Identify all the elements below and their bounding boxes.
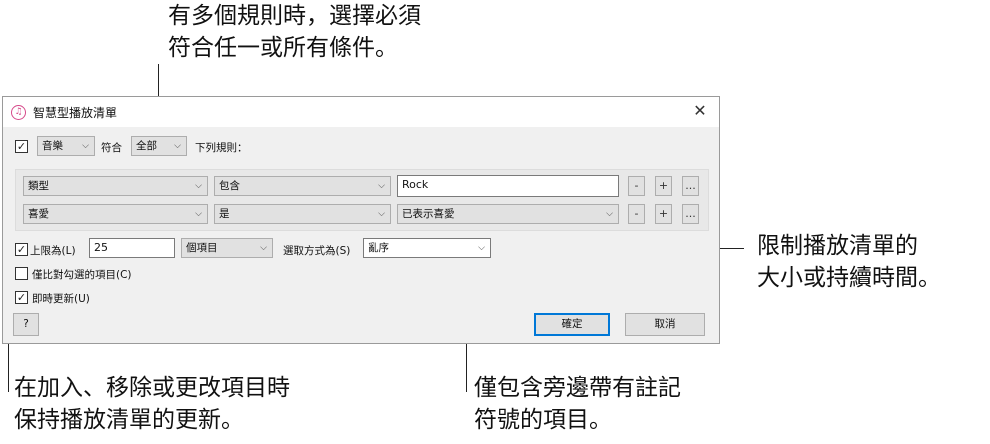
- match-quantifier-dropdown[interactable]: 全部 ⌵: [131, 136, 187, 156]
- rule-2-add-button[interactable]: +: [655, 204, 672, 224]
- callout-match-conditions: 有多個規則時，選擇必須 符合任一或所有條件。: [168, 3, 421, 61]
- media-type-dropdown[interactable]: 音樂 ⌵: [37, 136, 95, 156]
- title-bar: ♫ 智慧型播放清單 ✕: [3, 97, 719, 127]
- checked-only-label: 僅比對勾選的項目(C): [32, 269, 132, 281]
- quantifier-value: 全部: [136, 140, 157, 152]
- chevron-down-icon: ⌵: [195, 181, 202, 191]
- select-by-label: 選取方式為(S): [283, 245, 351, 257]
- rule-1-remove-button[interactable]: -: [628, 176, 645, 196]
- chevron-down-icon: ⌵: [260, 243, 267, 253]
- callout-checked-only: 僅包含旁邊帶有註記 符號的項目。: [474, 375, 681, 433]
- live-update-label: 即時更新(U): [32, 293, 90, 305]
- checked-only-checkbox[interactable]: [15, 267, 28, 280]
- rule-1-more-button[interactable]: ...: [682, 176, 699, 196]
- close-button[interactable]: ✕: [691, 101, 709, 121]
- rule-2-field-dropdown[interactable]: 喜愛 ⌵: [23, 204, 208, 224]
- select-by-value: 亂序: [368, 242, 389, 254]
- help-button[interactable]: ?: [13, 313, 39, 336]
- rule-2-value-dropdown[interactable]: 已表示喜愛 ⌵: [397, 204, 619, 224]
- chevron-down-icon: ⌵: [174, 141, 181, 151]
- limit-value-input[interactable]: 25: [89, 238, 175, 258]
- rule-1-field-dropdown[interactable]: 類型 ⌵: [23, 176, 208, 196]
- limit-label: 上限為(L): [30, 245, 76, 257]
- rule-2-operator-dropdown[interactable]: 是 ⌵: [214, 204, 391, 224]
- chevron-down-icon: ⌵: [478, 243, 485, 253]
- match-checkbox[interactable]: ✓: [15, 140, 28, 153]
- smart-playlist-dialog: ♫ 智慧型播放清單 ✕ ✓ 音樂 ⌵ 符合 全部 ⌵ 下列規則： 類型 ⌵ 包含…: [2, 96, 720, 344]
- media-type-value: 音樂: [42, 140, 63, 152]
- rule-2-operator: 是: [219, 208, 230, 220]
- live-update-checkbox[interactable]: ✓: [15, 291, 28, 304]
- cancel-button[interactable]: 取消: [625, 313, 705, 336]
- rules-panel: 類型 ⌵ 包含 ⌵ Rock - + ... 喜愛 ⌵ 是 ⌵ 已表示喜愛 ⌵ …: [15, 169, 709, 231]
- rule-2-more-button[interactable]: ...: [682, 204, 699, 224]
- chevron-down-icon: ⌵: [606, 209, 613, 219]
- music-note-icon: ♫: [11, 105, 26, 120]
- rule-1-operator-dropdown[interactable]: 包含 ⌵: [214, 176, 391, 196]
- conform-label: 符合: [101, 142, 122, 154]
- chevron-down-icon: ⌵: [82, 141, 89, 151]
- rule-2-value: 已表示喜愛: [402, 208, 455, 220]
- chevron-down-icon: ⌵: [378, 209, 385, 219]
- chevron-down-icon: ⌵: [195, 209, 202, 219]
- rule-1-operator: 包含: [219, 180, 240, 192]
- dialog-title: 智慧型播放清單: [33, 106, 118, 120]
- rule-2-field: 喜愛: [28, 208, 49, 220]
- rules-label: 下列規則：: [195, 142, 248, 154]
- limit-unit-dropdown[interactable]: 個項目 ⌵: [181, 238, 273, 258]
- rule-2-remove-button[interactable]: -: [628, 204, 645, 224]
- rule-1-value-input[interactable]: Rock: [397, 175, 619, 197]
- limit-checkbox[interactable]: ✓: [15, 243, 28, 256]
- rule-1-add-button[interactable]: +: [655, 176, 672, 196]
- select-by-dropdown[interactable]: 亂序 ⌵: [363, 238, 491, 258]
- limit-unit: 個項目: [186, 242, 218, 254]
- ok-button[interactable]: 確定: [534, 313, 610, 336]
- chevron-down-icon: ⌵: [378, 181, 385, 191]
- rule-1-field: 類型: [28, 180, 49, 192]
- callout-limit-size: 限制播放清單的 大小或持續時間。: [757, 233, 941, 291]
- callout-live-updating: 在加入、移除或更改項目時 保持播放清單的更新。: [14, 375, 290, 433]
